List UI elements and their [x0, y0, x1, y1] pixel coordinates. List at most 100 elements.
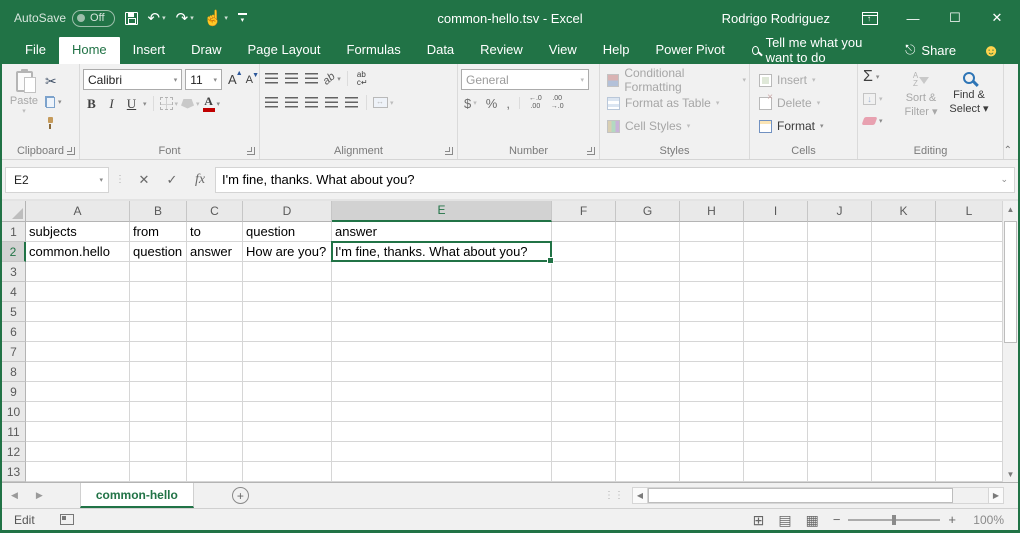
cell-C4[interactable] [187, 282, 243, 302]
cell-B1[interactable]: from [130, 222, 187, 242]
cell-B4[interactable] [130, 282, 187, 302]
cell-I8[interactable] [744, 362, 808, 382]
cell-G7[interactable] [616, 342, 680, 362]
cell-I7[interactable] [744, 342, 808, 362]
increase-indent-button[interactable] [343, 93, 360, 112]
cell-A5[interactable] [26, 302, 130, 322]
cell-A9[interactable] [26, 382, 130, 402]
cell-C6[interactable] [187, 322, 243, 342]
paste-dropdown-icon[interactable]: ▾ [22, 107, 26, 115]
cell-B3[interactable] [130, 262, 187, 282]
v-scroll-track[interactable] [1003, 217, 1018, 466]
column-header-B[interactable]: B [130, 201, 187, 222]
cell-I10[interactable] [744, 402, 808, 422]
cell-H9[interactable] [680, 382, 744, 402]
touch-mode-button[interactable]: ☝▾ [204, 11, 228, 26]
cell-C2[interactable]: answer [187, 242, 243, 262]
format-as-table-dropdown-icon[interactable]: ▾ [716, 99, 720, 107]
cell-A13[interactable] [26, 462, 130, 482]
align-right-button[interactable] [303, 93, 320, 112]
cell-G10[interactable] [616, 402, 680, 422]
cell-G6[interactable] [616, 322, 680, 342]
font-size-dropdown-icon[interactable]: ▾ [213, 76, 217, 84]
cell-F13[interactable] [552, 462, 616, 482]
cell-G13[interactable] [616, 462, 680, 482]
cell-L12[interactable] [936, 442, 1003, 462]
cell-D9[interactable] [243, 382, 332, 402]
cell-L11[interactable] [936, 422, 1003, 442]
cell-A8[interactable] [26, 362, 130, 382]
cell-F10[interactable] [552, 402, 616, 422]
redo-button[interactable]: ↷▾ [176, 11, 194, 26]
zoom-slider-thumb[interactable] [892, 515, 896, 525]
comma-style-button[interactable]: , [503, 96, 513, 111]
cell-F2[interactable] [552, 242, 616, 262]
cell-H1[interactable] [680, 222, 744, 242]
column-header-A[interactable]: A [26, 201, 130, 222]
insert-dropdown-icon[interactable]: ▾ [812, 76, 816, 84]
cell-J9[interactable] [808, 382, 872, 402]
cell-F7[interactable] [552, 342, 616, 362]
paste-button[interactable]: Paste ▾ [5, 69, 43, 142]
cell-A1[interactable]: subjects [26, 222, 130, 242]
cell-D3[interactable] [243, 262, 332, 282]
cell-C1[interactable]: to [187, 222, 243, 242]
cell-A12[interactable] [26, 442, 130, 462]
scroll-left-icon[interactable]: ◀ [632, 487, 648, 504]
cell-L13[interactable] [936, 462, 1003, 482]
cell-E3[interactable] [332, 262, 552, 282]
cell-A7[interactable] [26, 342, 130, 362]
cell-I6[interactable] [744, 322, 808, 342]
conditional-formatting-dropdown-icon[interactable]: ▾ [742, 76, 746, 84]
cell-A10[interactable] [26, 402, 130, 422]
previous-sheet-icon[interactable]: ◀ [2, 490, 27, 501]
tab-draw[interactable]: Draw [178, 38, 234, 64]
cell-A3[interactable] [26, 262, 130, 282]
cell-F4[interactable] [552, 282, 616, 302]
number-format-combo[interactable]: General ▾ [461, 69, 589, 90]
number-dialog-launcher-icon[interactable] [587, 147, 595, 155]
fill-button[interactable]: ↓▾ [861, 90, 895, 108]
cell-K12[interactable] [872, 442, 936, 462]
font-color-button[interactable]: A ▾ [203, 94, 221, 113]
copy-dropdown-icon[interactable]: ▾ [58, 98, 62, 106]
align-left-button[interactable] [263, 93, 280, 112]
format-button[interactable]: Format ▾ [753, 116, 854, 136]
zoom-out-button[interactable]: − [833, 512, 841, 527]
clear-button[interactable]: ▾ [861, 112, 895, 130]
column-header-I[interactable]: I [744, 201, 808, 222]
sheet-tab-common-hello[interactable]: common-hello [80, 483, 194, 508]
user-name[interactable]: Rodrigo Rodriguez [704, 11, 848, 26]
grow-font-button[interactable]: A▲ [225, 72, 240, 87]
cell-K4[interactable] [872, 282, 936, 302]
h-scroll-track[interactable] [648, 487, 988, 504]
zoom-level[interactable]: 100% [970, 513, 1004, 527]
cell-D13[interactable] [243, 462, 332, 482]
tell-me-box[interactable]: Tell me what you want to do [738, 35, 887, 65]
row-header-3[interactable]: 3 [2, 262, 26, 282]
cell-A4[interactable] [26, 282, 130, 302]
cell-J2[interactable] [808, 242, 872, 262]
cell-B13[interactable] [130, 462, 187, 482]
cell-L3[interactable] [936, 262, 1003, 282]
share-button[interactable]: ⎋ Share [891, 42, 970, 58]
cell-E12[interactable] [332, 442, 552, 462]
cell-C9[interactable] [187, 382, 243, 402]
tab-power-pivot[interactable]: Power Pivot [643, 38, 738, 64]
cell-G4[interactable] [616, 282, 680, 302]
middle-align-button[interactable] [283, 69, 300, 88]
cell-F6[interactable] [552, 322, 616, 342]
cell-G8[interactable] [616, 362, 680, 382]
cell-J11[interactable] [808, 422, 872, 442]
autosum-dropdown-icon[interactable]: ▾ [876, 73, 880, 81]
cell-G3[interactable] [616, 262, 680, 282]
tab-review[interactable]: Review [467, 38, 536, 64]
cell-E11[interactable] [332, 422, 552, 442]
cell-D6[interactable] [243, 322, 332, 342]
alignment-dialog-launcher-icon[interactable] [445, 147, 453, 155]
delete-button[interactable]: Delete ▾ [753, 93, 854, 113]
cell-G12[interactable] [616, 442, 680, 462]
cell-E13[interactable] [332, 462, 552, 482]
cell-I3[interactable] [744, 262, 808, 282]
row-header-13[interactable]: 13 [2, 462, 26, 482]
